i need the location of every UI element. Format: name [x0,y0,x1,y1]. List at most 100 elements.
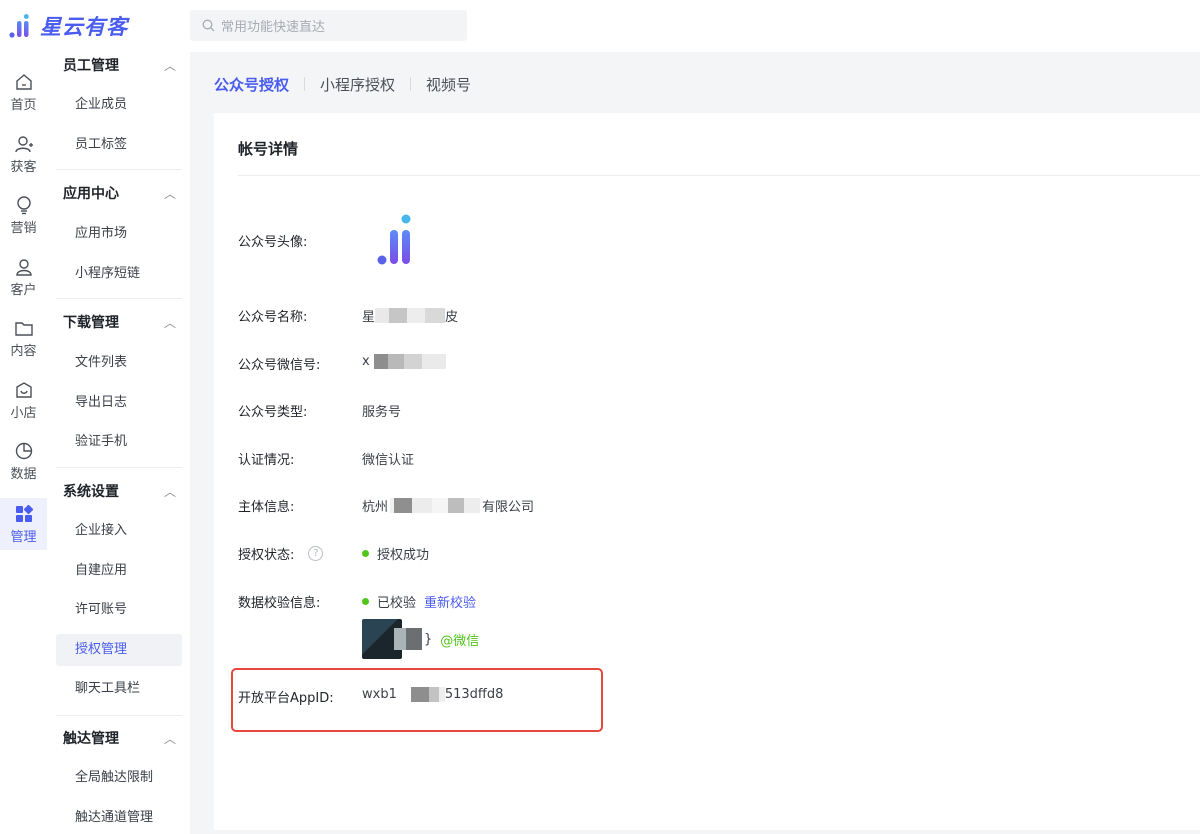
chevron-up-icon: ︿ [163,485,176,499]
search-icon [202,19,215,32]
subject-value-end: 有限公司 [482,500,535,515]
nav-customer[interactable]: 客户 [0,257,47,313]
redacted-mosaic [375,308,446,323]
menu-section-title[interactable]: 员工管理 ︿ [56,56,182,76]
secondary-menu: 员工管理 ︿ 企业成员 员工标签 应用中心 ︿ 应用市场 小程序短链 下载管理 ︿ 文… [47,52,190,834]
redacted-mosaic [390,498,481,513]
grid-icon [15,504,33,522]
data-check-value: 已校验 [377,596,417,611]
menu-items-system: 企业接入 自建应用 许可账号 授权管理 聊天工具栏 [56,515,182,715]
success-dot-icon [362,598,369,605]
menu-item-staff-tags[interactable]: 员工标签 [56,129,182,161]
brand-name: 星云有客 [40,15,128,39]
primary-nav: 首页 获客 营销 客户 内容 小店 数据 管理 [0,52,47,834]
menu-section-title[interactable]: 下载管理 ︿ [56,313,182,333]
tab-official-account[interactable]: 公众号授权 [214,74,289,95]
menu-item-channel-manage[interactable]: 触达通道管理 [56,802,182,834]
menu-item-global-limit[interactable]: 全局触达限制 [56,762,182,794]
auth-status: 授权成功 [362,544,429,563]
verify-label: 认证情况: [238,453,295,468]
chevron-up-icon: ︿ [163,59,176,73]
auth-tabs: 公众号授权 小程序授权 视频号 [214,73,471,95]
menu-section-apps: 应用中心 ︿ [56,184,182,204]
menu-item-app-market[interactable]: 应用市场 [56,218,182,250]
menu-items-staff: 企业成员 员工标签 [56,89,182,169]
auth-status-label: 授权状态: [238,548,295,563]
chevron-up-icon: ︿ [163,187,176,201]
divider [56,298,182,299]
menu-section-staff: 员工管理 ︿ [56,56,182,76]
menu-item-export-log[interactable]: 导出日志 [56,387,182,419]
account-name: 星 皮 [362,306,458,325]
redacted-mosaic [394,628,422,650]
chevron-up-icon: ︿ [163,316,176,330]
highlight-box [231,668,603,732]
menu-section-download: 下载管理 ︿ [56,313,182,333]
tab-divider [410,77,412,91]
tab-mini-program[interactable]: 小程序授权 [320,74,395,95]
success-dot-icon [362,550,369,557]
tab-channels[interactable]: 视频号 [426,74,471,95]
menu-section-title[interactable]: 应用中心 ︿ [56,184,182,204]
nav-manage[interactable]: 管理 [0,498,47,550]
account-avatar [362,211,422,271]
menu-section-title[interactable]: 系统设置 ︿ [56,482,182,502]
divider [56,467,182,468]
user-add-icon [14,136,33,153]
subject-info: 杭州 有限公司 [362,496,534,515]
subject-label: 主体信息: [238,500,295,515]
name-value-start: 星 [362,310,376,325]
user-icon [15,259,32,276]
menu-section-title[interactable]: 触达管理 ︿ [56,729,182,749]
wechat-id: x [362,354,446,369]
name-label: 公众号名称: [238,310,308,325]
menu-item-enterprise-access[interactable]: 企业接入 [56,515,182,547]
data-check-status: 已校验 重新校验 [362,592,476,611]
account-type: 服务号 [362,405,402,420]
menu-item-custom-app[interactable]: 自建应用 [56,555,182,587]
verify-status: 微信认证 [362,453,415,468]
search-placeholder: 常用功能快速直达 [221,20,326,35]
brand-logo[interactable]: 星云有客 [8,10,128,42]
auth-status-label-group: 授权状态: ? [238,544,324,563]
menu-item-chat-toolbar[interactable]: 聊天工具栏 [56,673,182,705]
divider [238,175,1200,176]
card-title: 帐号详情 [238,140,299,158]
shop-icon [15,382,32,398]
nav-home[interactable]: 首页 [0,72,47,128]
menu-items-apps: 应用市场 小程序短链 [56,218,182,298]
pie-chart-icon [15,442,32,460]
recheck-link[interactable]: 重新校验 [424,592,476,611]
menu-section-system: 系统设置 ︿ [56,482,182,502]
menu-item-license[interactable]: 许可账号 [56,594,182,626]
menu-section-reach: 触达管理 ︿ [56,729,182,749]
redacted-mosaic [373,354,446,369]
nav-content[interactable]: 内容 [0,318,47,374]
menu-item-short-link[interactable]: 小程序短链 [56,258,182,290]
nav-marketing[interactable]: 营销 [0,195,47,251]
menu-item-verify-phone[interactable]: 验证手机 [56,426,182,458]
menu-item-members[interactable]: 企业成员 [56,89,182,121]
search-input[interactable]: 常用功能快速直达 [190,10,467,41]
avatar-label: 公众号头像: [238,235,308,250]
chevron-up-icon: ︿ [163,732,176,746]
divider [56,169,182,170]
menu-items-reach: 全局触达限制 触达通道管理 [56,762,182,834]
help-icon[interactable]: ? [308,546,324,561]
nav-acquire[interactable]: 获客 [0,134,47,190]
tab-divider [304,77,306,91]
menu-item-file-list[interactable]: 文件列表 [56,347,182,379]
wechat-id-label: 公众号微信号: [238,358,321,373]
bulb-icon [16,196,31,215]
menu-items-download: 文件列表 导出日志 验证手机 [56,347,182,467]
wechat-id-value: x [362,354,370,369]
data-check-label: 数据校验信息: [238,596,321,611]
logo-icon [9,14,29,38]
subject-value-start: 杭州 [362,500,389,515]
wechat-binding: } @微信 [362,619,479,659]
nav-data[interactable]: 数据 [0,441,47,497]
menu-item-auth-manage[interactable]: 授权管理 [56,634,182,666]
nav-shop[interactable]: 小店 [0,380,47,436]
home-icon [15,74,32,90]
wechat-tag-end: } [424,631,433,647]
